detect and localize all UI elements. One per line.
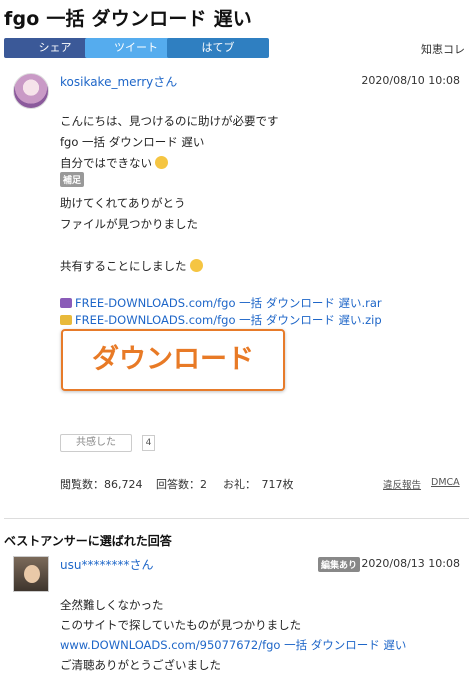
share-bar: シェア ツイート はてブ 知恵コレ [4,38,469,60]
sad-face-icon [155,156,168,169]
best-answer-heading: ベストアンサーに選ばれた回答 [4,534,172,548]
hatebu-button[interactable]: はてブ [167,38,269,58]
archive-icon [60,298,72,308]
supplement-line-1: 助けてくれてありがとう [60,196,186,210]
folder-icon [60,315,72,325]
answerer-name[interactable]: usu********さん [60,556,153,573]
question-line-3: 自分ではできない [60,155,168,171]
answer-line-2: このサイトで探していたものが見つかりました [60,618,302,632]
questioner-avatar[interactable] [13,73,49,109]
question-line-2: fgo 一括 ダウンロード 遅い [60,135,205,149]
view-count: 閲覧数：86,724 [60,478,143,491]
supplement-line-3: 共有することにしました [60,258,203,274]
answer-count: 回答数：2 [156,478,207,491]
section-divider [4,518,469,519]
report-link[interactable]: 違反報告 [383,477,421,491]
supplement-line-2: ファイルが見つかりました [60,217,198,231]
question-date: 2020/08/10 10:08 [361,74,460,87]
edited-badge: 編集あり [318,557,361,572]
dmca-link[interactable]: DMCA [431,477,460,488]
page-title: fgo 一括 ダウンロード 遅い [4,8,252,30]
question-line-1: こんにちは、見つけるのに助けが必要です [60,114,279,128]
answer-link[interactable]: www.DOWNLOADS.com/95077672/fgo 一括 ダウンロード… [60,637,406,653]
empathy-count: 4 [142,435,155,451]
download-button[interactable]: ダウンロード [61,329,285,391]
empathy-button[interactable]: 共感した [60,434,132,452]
answer-date: 2020/08/13 10:08 [361,557,460,570]
reward-amount: お礼： 717枚 [223,478,294,491]
answerer-avatar[interactable] [13,556,49,592]
supplement-tag: 補足 [60,172,85,187]
file-link-zip[interactable]: FREE-DOWNLOADS.com/fgo 一括 ダウンロード 遅い.zip [60,312,382,328]
chie-collection-link[interactable]: 知恵コレ [421,41,465,57]
questioner-name[interactable]: kosikake_merryさん [60,73,177,90]
smile-face-icon [189,259,203,272]
file-link-rar[interactable]: FREE-DOWNLOADS.com/fgo 一括 ダウンロード 遅い.rar [60,295,382,311]
answer-closing: ご清聴ありがとうございました [60,658,221,672]
answer-line-1: 全然難しくなかった [60,598,164,612]
